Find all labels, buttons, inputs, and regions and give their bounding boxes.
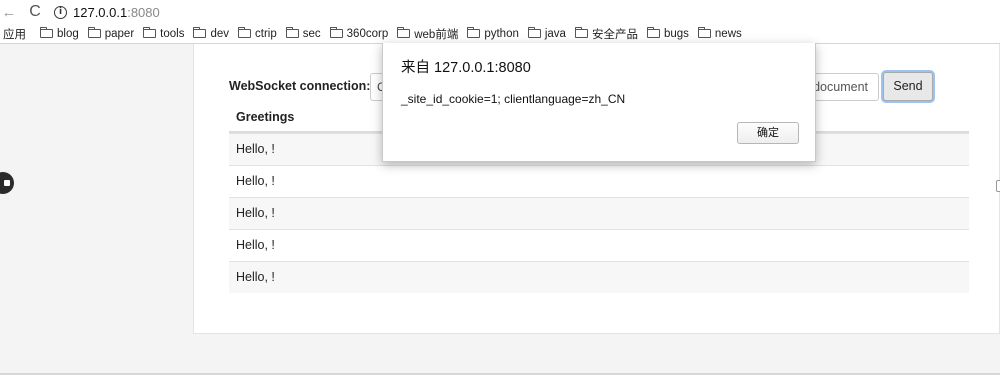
info-icon[interactable]: i xyxy=(54,5,67,19)
bookmark-python[interactable]: python xyxy=(467,27,519,40)
alert-dialog: 来自 127.0.0.1:8080 _site_id_cookie=1; cli… xyxy=(382,43,816,162)
folder-icon xyxy=(646,27,660,38)
bookmark-label: dev xyxy=(210,27,230,40)
table-row: Hello, ! xyxy=(229,165,969,197)
dialog-message: _site_id_cookie=1; clientlanguage=zh_CN xyxy=(401,92,626,106)
send-button[interactable]: Send xyxy=(883,72,933,101)
dialog-title: 来自 127.0.0.1:8080 xyxy=(401,60,531,76)
bookmark-label: java xyxy=(544,27,566,40)
folder-icon xyxy=(193,27,207,38)
table-row: Hello, ! xyxy=(229,261,969,293)
folder-icon xyxy=(238,27,252,38)
folder-icon xyxy=(467,27,481,38)
url-port: :8080 xyxy=(127,4,160,20)
bookmark-news[interactable]: news xyxy=(697,27,742,40)
url-host: 127.0.0.1 xyxy=(73,4,128,20)
bookmark-apps[interactable]: 应用 xyxy=(3,26,26,42)
address-bar-row: ← → C i 127.0.0.1:8080 xyxy=(0,0,1000,24)
folder-icon xyxy=(397,27,411,38)
bookmark-bugs[interactable]: bugs xyxy=(646,27,689,40)
bookmark-blog[interactable]: blog xyxy=(40,27,79,40)
bookmark-label: ctrip xyxy=(255,27,277,40)
bookmark-label: paper xyxy=(104,27,135,40)
folder-icon xyxy=(285,27,299,38)
bookmark-360corp[interactable]: 360corp xyxy=(329,27,389,40)
bookmark-ctrip[interactable]: ctrip xyxy=(238,27,277,40)
bookmark-tools[interactable]: tools xyxy=(143,27,185,40)
back-icon[interactable]: ← xyxy=(0,2,18,22)
bookmarks-bar: 应用 blog paper tools dev ctrip sec 360cor… xyxy=(0,24,1000,44)
bookmark-dev[interactable]: dev xyxy=(193,27,230,40)
folder-icon xyxy=(143,27,157,38)
bookmark-web[interactable]: web前端 xyxy=(397,26,458,42)
table-row: Hello, ! xyxy=(229,229,969,261)
bookmark-label: sec xyxy=(302,27,321,40)
ok-button[interactable]: 确定 xyxy=(737,122,799,144)
table-row: Hello, ! xyxy=(229,197,969,229)
bookmark-label: 360corp xyxy=(346,27,389,40)
bookmark-security-products[interactable]: 安全产品 xyxy=(574,26,638,42)
bookmark-label: tools xyxy=(160,27,185,40)
bookmark-paper[interactable]: paper xyxy=(87,27,135,40)
websocket-connection-label: WebSocket connection: xyxy=(229,79,371,93)
reload-icon[interactable]: C xyxy=(26,2,44,22)
folder-icon xyxy=(87,27,101,38)
bookmark-java[interactable]: java xyxy=(527,27,566,40)
bookmark-sec[interactable]: sec xyxy=(285,27,321,40)
bookmark-label: blog xyxy=(57,27,79,40)
bookmark-label: bugs xyxy=(663,27,689,40)
folder-icon xyxy=(40,27,53,38)
folder-icon xyxy=(329,27,343,38)
bookmark-label: web前端 xyxy=(414,28,459,41)
resize-handle[interactable] xyxy=(996,180,1000,192)
folder-icon xyxy=(527,27,541,38)
folder-icon xyxy=(697,27,711,38)
folder-icon xyxy=(574,27,588,38)
url-field[interactable]: 127.0.0.1:8080 xyxy=(73,5,160,20)
bookmark-label: news xyxy=(714,27,742,40)
bookmark-label: python xyxy=(484,27,519,40)
bookmark-label: 安全产品 xyxy=(591,28,638,41)
